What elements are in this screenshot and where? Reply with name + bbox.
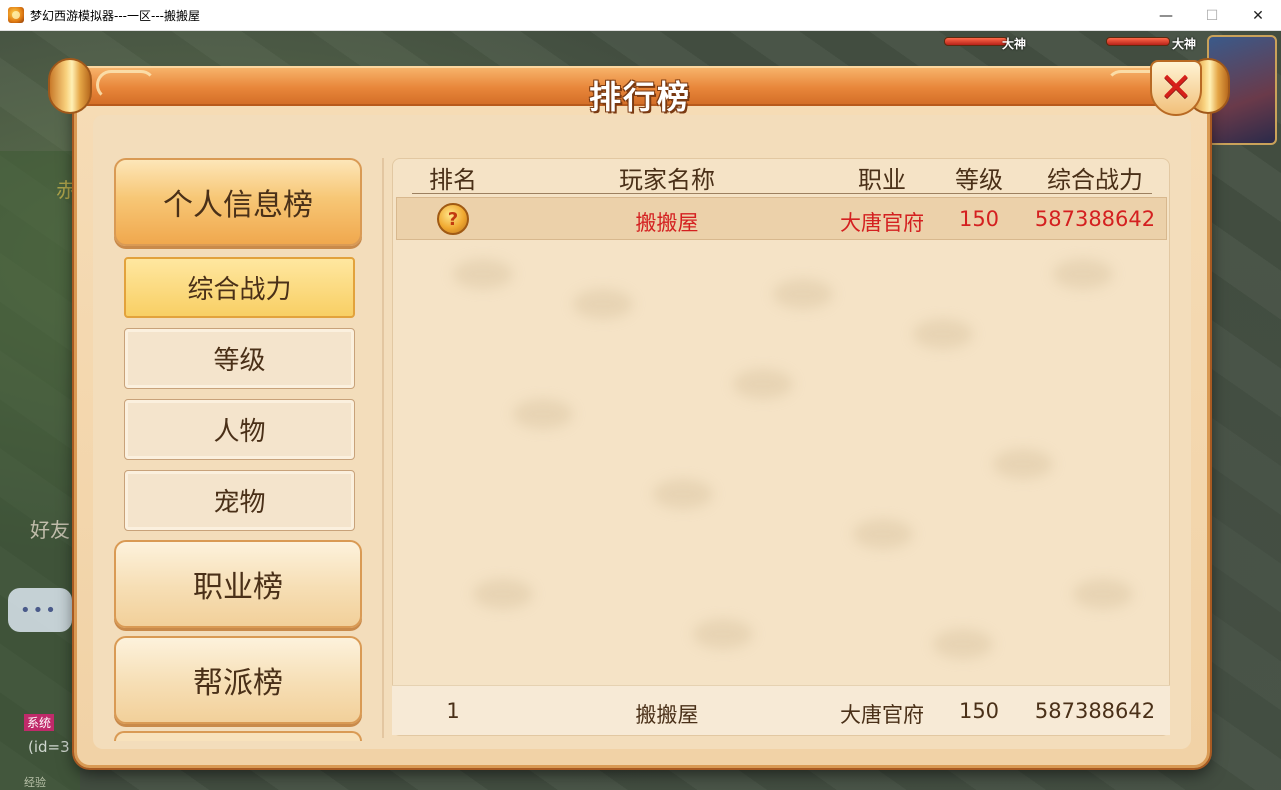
- window-close-button[interactable]: ✕: [1235, 0, 1281, 31]
- maximize-button[interactable]: ☐: [1189, 0, 1235, 31]
- system-channel-tag: 系统: [24, 714, 55, 731]
- hp-bar: [944, 37, 1008, 46]
- my-player-name: 搬搬屋: [635, 703, 699, 727]
- column-header-level: 等级: [955, 166, 1003, 194]
- swirl-ornament: [96, 70, 156, 100]
- background-text: 赤: [56, 178, 76, 202]
- cell-player-name: 搬搬屋: [635, 211, 699, 235]
- close-dialog-button[interactable]: ✕: [1150, 60, 1202, 116]
- column-header-power: 综合战力: [1047, 166, 1143, 194]
- window-titlebar: 梦幻西游模拟器---一区---搬搬屋 — ☐ ✕: [0, 0, 1281, 31]
- status-label: 大神: [1002, 37, 1027, 51]
- nav-sub-character[interactable]: 人物: [124, 399, 355, 460]
- my-rank: 1: [446, 699, 460, 723]
- ranking-table: [392, 158, 1170, 736]
- nav-more-item[interactable]: [114, 731, 362, 741]
- my-power: 587388642: [1034, 699, 1156, 723]
- chat-line: (id=3: [28, 738, 70, 756]
- app-icon: [8, 7, 24, 23]
- column-header-class: 职业: [858, 166, 906, 194]
- column-header-rank: 排名: [429, 166, 477, 194]
- exp-label: 经验: [24, 776, 46, 789]
- status-label: 大神: [1172, 37, 1197, 51]
- scroll-roll-left: [48, 58, 92, 114]
- close-icon: ✕: [1159, 65, 1193, 111]
- window-title: 梦幻西游模拟器---一区---搬搬屋: [30, 8, 200, 23]
- window-controls: — ☐ ✕: [1143, 0, 1281, 31]
- header-divider: [412, 193, 1152, 194]
- column-header-name: 玩家名称: [619, 166, 715, 194]
- hp-bar: [1106, 37, 1170, 46]
- nav-sub-level[interactable]: 等级: [124, 328, 355, 389]
- my-class: 大唐官府: [840, 703, 924, 727]
- friends-button[interactable]: 好友: [30, 514, 70, 543]
- nav-class-ranking[interactable]: 职业榜: [114, 540, 362, 628]
- cell-level: 150: [958, 207, 1000, 231]
- nav-guild-ranking[interactable]: 帮派榜: [114, 636, 362, 724]
- nav-sub-combat-power[interactable]: 综合战力: [124, 257, 355, 318]
- nav-personal-ranking[interactable]: 个人信息榜: [114, 158, 362, 246]
- chat-dots: •••: [20, 600, 58, 621]
- minimize-button[interactable]: —: [1143, 0, 1189, 31]
- dialog-title: 排行榜: [588, 78, 691, 116]
- cell-power: 587388642: [1034, 207, 1156, 231]
- left-hud: [0, 151, 80, 790]
- nav-sub-pet[interactable]: 宠物: [124, 470, 355, 531]
- rank-medal-icon: ?: [437, 203, 469, 235]
- nav-divider: [382, 158, 384, 738]
- my-level: 150: [958, 699, 1000, 723]
- cell-class: 大唐官府: [840, 211, 924, 235]
